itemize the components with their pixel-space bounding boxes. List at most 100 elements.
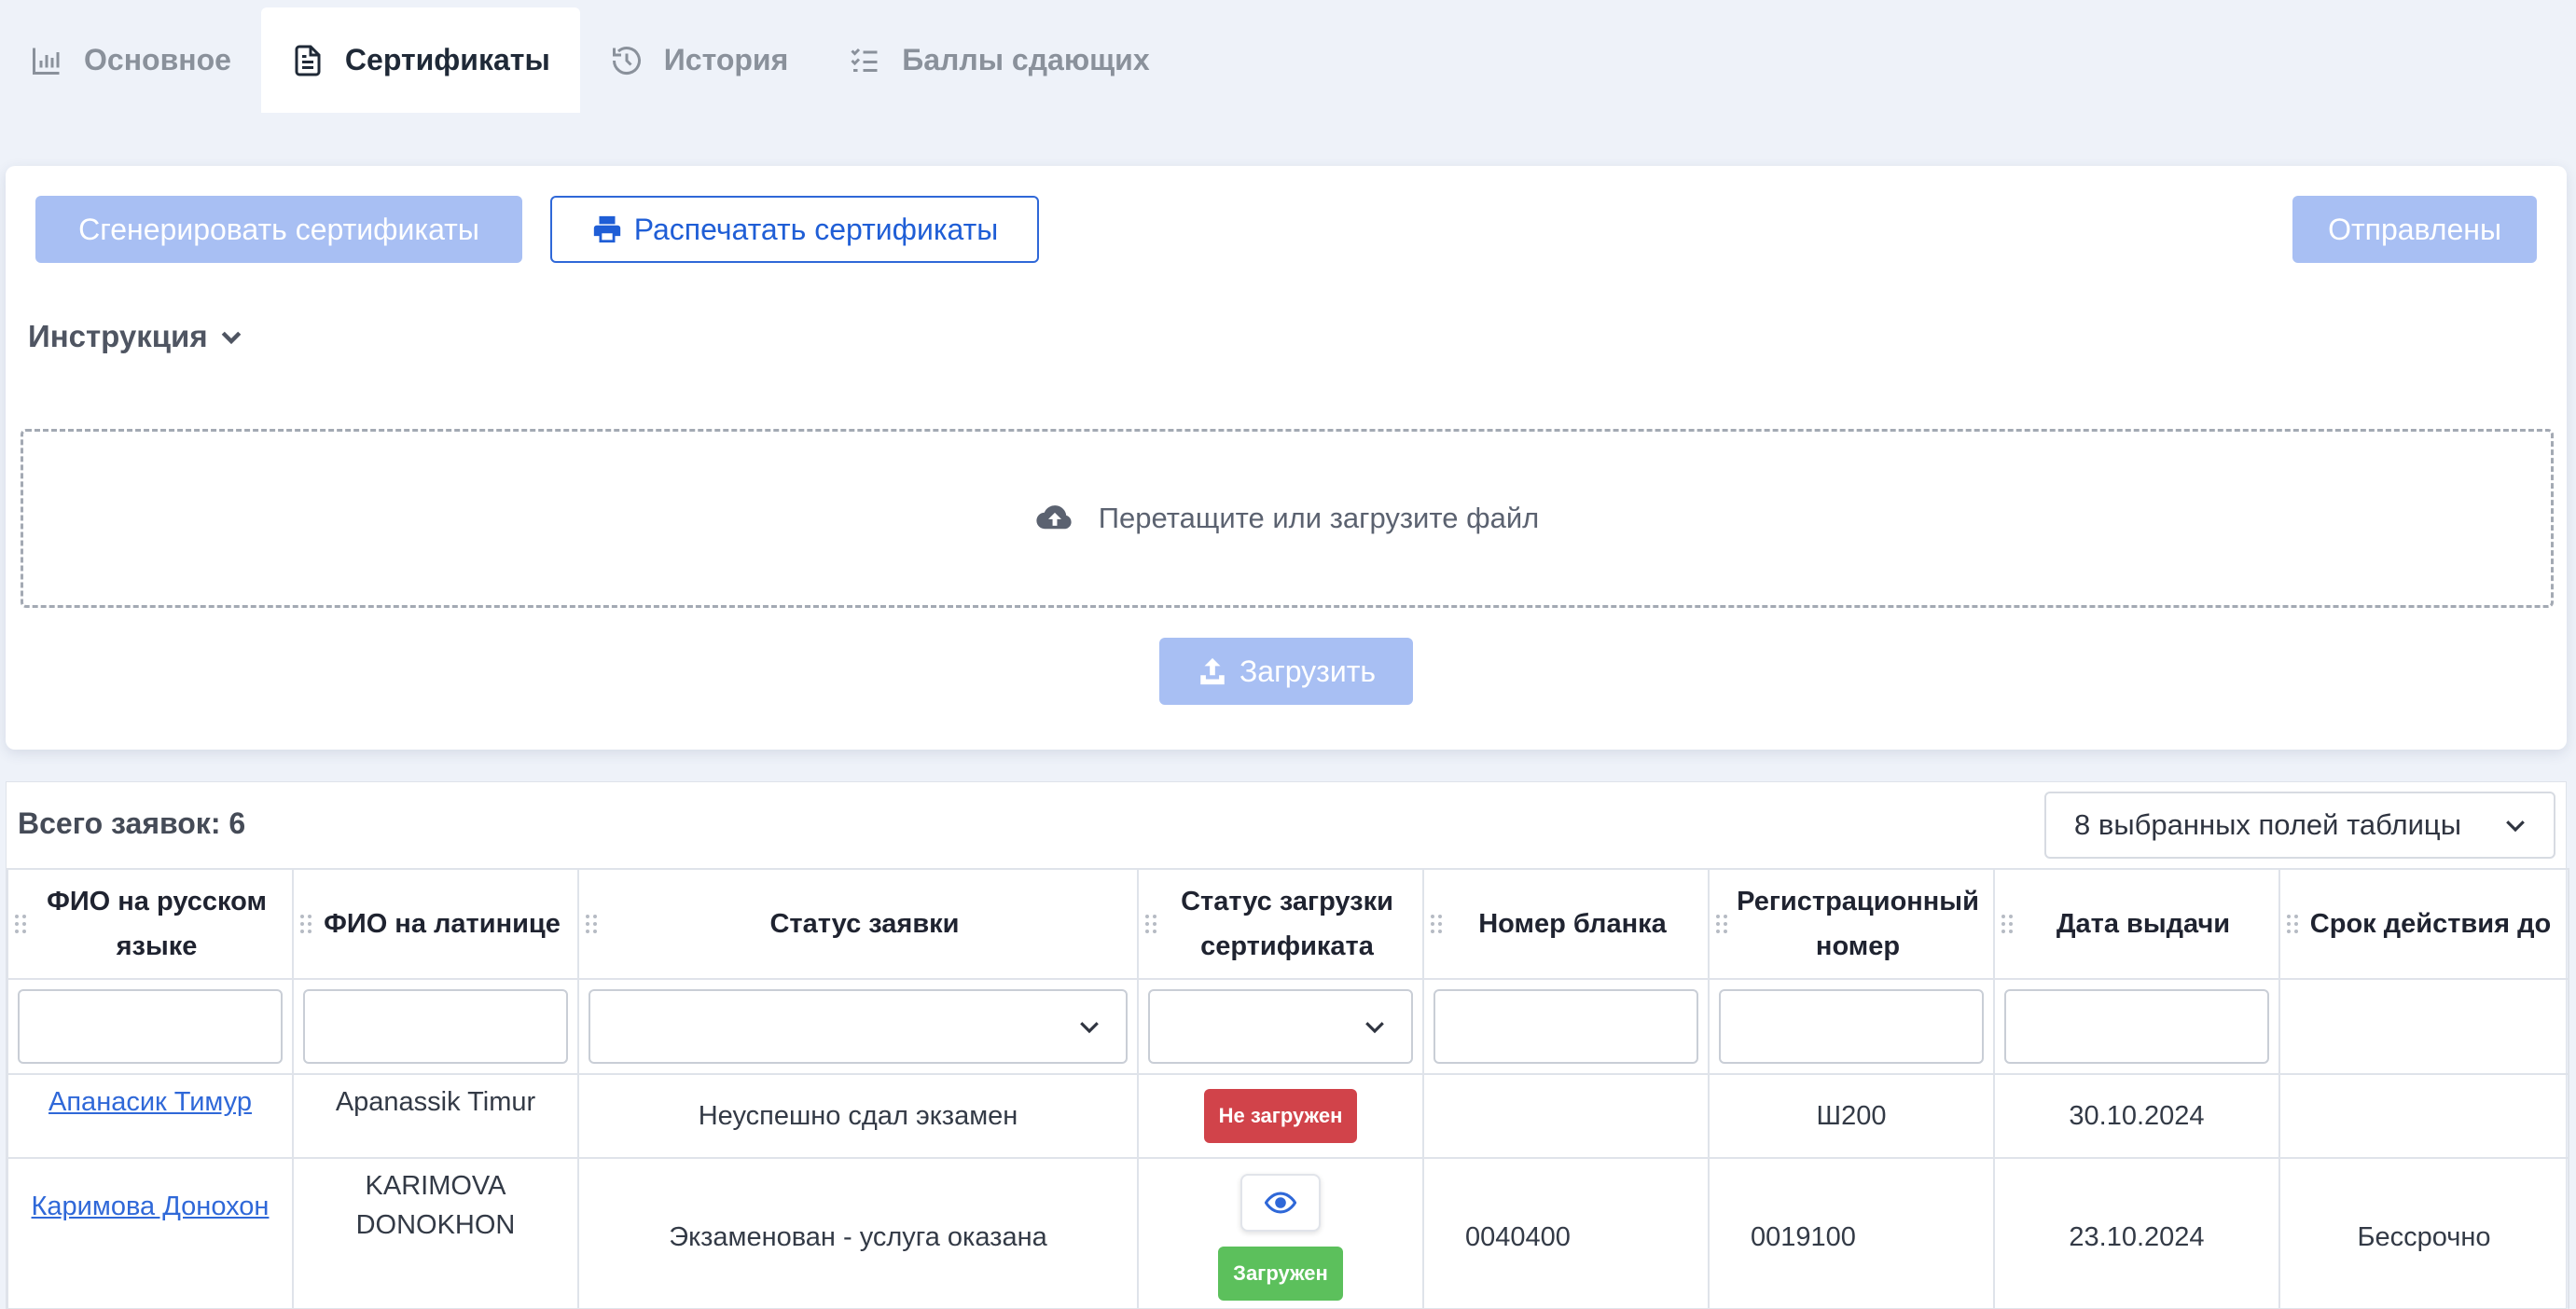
column-header-valid-until[interactable]: Срок действия до — [2278, 868, 2569, 980]
instruction-toggle[interactable]: Инструкция — [28, 319, 245, 354]
column-header-label: ФИО на латинице — [324, 909, 561, 939]
cell-status: Неуспешно сдал экзамен — [577, 1073, 1139, 1159]
drag-handle-icon[interactable] — [14, 914, 27, 934]
table-fields-select[interactable]: 8 выбранных полей таблицы — [2044, 792, 2555, 859]
chevron-down-icon — [221, 331, 241, 345]
column-header-label: Срок действия до — [2309, 909, 2552, 939]
cell-name-lat: Apanassik Timur — [292, 1073, 579, 1159]
filter-cell — [1422, 978, 1710, 1075]
column-header-name-lat[interactable]: ФИО на латинице — [292, 868, 579, 980]
total-applications: Всего заявок: 6 — [18, 806, 246, 840]
filter-cell — [1137, 978, 1424, 1075]
cell-cert-status: Загружен — [1137, 1157, 1424, 1309]
cell-blank-number: 0040400 — [1422, 1157, 1710, 1309]
column-header-label: Статус заявки — [769, 909, 960, 939]
filter-cert-status-select[interactable] — [1148, 989, 1413, 1064]
tab-certificates[interactable]: Сертификаты — [260, 7, 580, 113]
table-fields-select-value: 8 выбранных полей таблицы — [2074, 808, 2461, 841]
table-row: Каримова Донохон KARIMOVA DONOKHON Экзам… — [7, 1157, 2569, 1309]
drag-handle-icon[interactable] — [2286, 914, 2299, 934]
upload-icon — [1200, 657, 1225, 685]
column-header-label: Номер бланка — [1478, 909, 1667, 939]
cell-name-ru: Каримова Донохон — [7, 1157, 294, 1309]
filter-cell — [577, 978, 1139, 1075]
cell-cert-status: Не загружен — [1137, 1073, 1424, 1159]
drag-handle-icon[interactable] — [1144, 914, 1157, 934]
instruction-label: Инструкция — [28, 319, 208, 353]
column-header-issue-date[interactable]: Дата выдачи — [1993, 868, 2280, 980]
tab-main-label: Основное — [84, 43, 231, 76]
sent-button[interactable]: Отправлены — [2292, 196, 2537, 263]
filter-cell — [292, 978, 579, 1075]
filter-status-select[interactable] — [589, 989, 1128, 1064]
cell-name-ru: Апанасик Тимур — [7, 1073, 294, 1159]
status-badge: Загружен — [1218, 1247, 1343, 1301]
checklist-icon — [851, 48, 878, 72]
applicant-name-link[interactable]: Каримова Донохон — [32, 1192, 270, 1221]
filter-cell — [7, 978, 294, 1075]
column-header-label: Дата выдачи — [2056, 909, 2231, 939]
cell-reg-number: 0019100 — [1708, 1157, 1995, 1309]
filter-reg-number-input[interactable] — [1719, 989, 1984, 1064]
drag-handle-icon[interactable] — [2001, 914, 2014, 934]
cloud-upload-icon — [1036, 505, 1072, 530]
tab-scores-label: Баллы сдающих — [902, 43, 1150, 76]
column-header-label: Статус загрузки сертификата — [1181, 887, 1393, 961]
eye-icon — [1265, 1192, 1296, 1214]
history-icon — [612, 46, 641, 75]
column-header-cert-status[interactable]: Статус загрузки сертификата — [1137, 868, 1424, 980]
tab-certificates-label: Сертификаты — [344, 43, 550, 76]
cell-issue-date: 30.10.2024 — [1993, 1073, 2280, 1159]
printer-icon — [593, 215, 620, 243]
generate-certificates-button[interactable]: Сгенерировать сертификаты — [35, 196, 522, 263]
drag-handle-icon[interactable] — [1715, 914, 1728, 934]
cell-issue-date: 23.10.2024 — [1993, 1157, 2280, 1309]
column-header-label: ФИО на русском языке — [47, 887, 267, 961]
cell-status: Экзаменован - услуга оказана — [577, 1157, 1139, 1309]
column-header-status[interactable]: Статус заявки — [577, 868, 1139, 980]
chevron-down-icon — [1365, 1022, 1384, 1034]
filter-name-ru-input[interactable] — [18, 989, 283, 1064]
filter-cell — [1993, 978, 2280, 1075]
tab-scores[interactable]: Баллы сдающих — [818, 7, 1179, 113]
upload-button[interactable]: Загрузить — [1159, 638, 1413, 705]
column-header-name-ru[interactable]: ФИО на русском языке — [7, 868, 294, 980]
cell-valid-until: Бессрочно — [2278, 1157, 2569, 1309]
tab-main[interactable]: Основное — [0, 7, 261, 113]
cell-reg-number: Ш200 — [1708, 1073, 1995, 1159]
generate-certificates-label: Сгенерировать сертификаты — [78, 212, 479, 246]
table-header-row: ФИО на русском языке ФИО на латинице Ста… — [7, 868, 2569, 980]
filter-issue-date-input[interactable] — [2004, 989, 2269, 1064]
applicant-name-link[interactable]: Апанасик Тимур — [48, 1087, 252, 1117]
filter-cell-empty — [2278, 978, 2569, 1075]
column-header-blank-number[interactable]: Номер бланка — [1422, 868, 1710, 980]
certificates-card: Сгенерировать сертификаты Распечатать се… — [6, 166, 2567, 750]
sent-label: Отправлены — [2328, 212, 2501, 246]
drag-handle-icon[interactable] — [299, 914, 312, 934]
filter-blank-number-input[interactable] — [1433, 989, 1698, 1064]
chevron-down-icon — [2506, 820, 2525, 833]
status-badge: Не загружен — [1203, 1089, 1358, 1143]
print-certificates-button[interactable]: Распечатать сертификаты — [550, 196, 1039, 263]
drag-handle-icon[interactable] — [1430, 914, 1443, 934]
tab-history-label: История — [663, 43, 789, 76]
tab-bar: Основное Сертификаты История Баллы сдающ… — [0, 7, 1180, 113]
tab-history[interactable]: История — [580, 7, 818, 113]
applications-table: ФИО на русском языке ФИО на латинице Ста… — [7, 868, 2569, 1309]
filter-row — [7, 978, 2569, 1075]
view-certificate-button[interactable] — [1240, 1174, 1321, 1232]
cell-name-lat: KARIMOVA DONOKHON — [292, 1157, 579, 1309]
document-icon — [295, 45, 321, 76]
filter-name-lat-input[interactable] — [303, 989, 568, 1064]
column-header-reg-number[interactable]: Регистрационный номер — [1708, 868, 1995, 980]
upload-label: Загрузить — [1239, 654, 1377, 688]
bar-chart-icon — [33, 48, 60, 75]
cell-valid-until — [2278, 1073, 2569, 1159]
applications-table-panel: Всего заявок: 6 8 выбранных полей таблиц… — [6, 781, 2569, 1309]
cell-blank-number — [1422, 1073, 1710, 1159]
print-certificates-label: Распечатать сертификаты — [633, 212, 999, 246]
file-dropzone[interactable]: Перетащите или загрузите файл — [21, 429, 2554, 608]
dropzone-text: Перетащите или загрузите файл — [1098, 502, 1540, 534]
filter-cell — [1708, 978, 1995, 1075]
drag-handle-icon[interactable] — [585, 914, 598, 934]
